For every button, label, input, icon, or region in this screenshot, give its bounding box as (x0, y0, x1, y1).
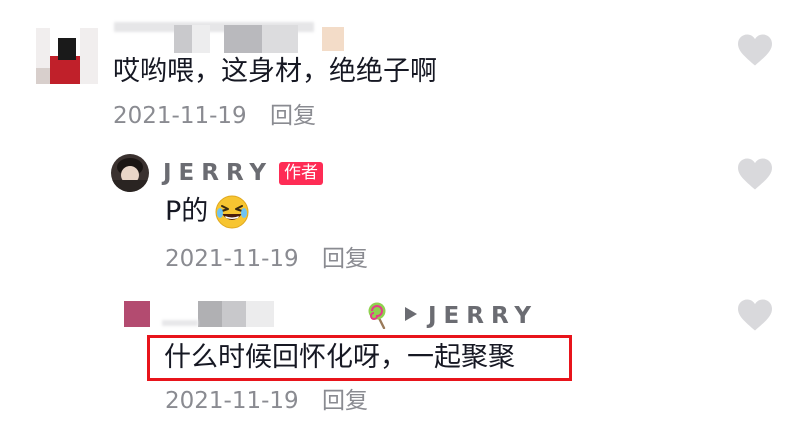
mosaic-block (174, 25, 210, 53)
reply-button[interactable]: 回复 (270, 105, 316, 128)
mosaic-block (224, 25, 298, 53)
play-triangle-icon (405, 307, 417, 321)
comment-date: 2021-11-19 (165, 388, 299, 414)
comment-text: P的 (165, 196, 209, 227)
obscured-username (162, 320, 198, 326)
reply-button[interactable]: 回复 (322, 248, 368, 271)
like-heart-icon[interactable] (736, 298, 774, 332)
reply-to-name[interactable]: JERRY (428, 305, 538, 328)
reply-button[interactable]: 回复 (322, 390, 368, 413)
author-badge: 作者 (279, 162, 323, 185)
like-heart-icon[interactable] (736, 33, 774, 67)
lollipop-icon (368, 302, 386, 329)
obscured-username (198, 301, 274, 327)
avatar[interactable] (111, 154, 149, 192)
comment-date: 2021-11-19 (113, 103, 247, 129)
comment-text: 哎哟喂，这身材，绝绝子啊 (113, 56, 437, 87)
avatar[interactable] (124, 301, 150, 327)
like-heart-icon[interactable] (736, 157, 774, 191)
comment-date: 2021-11-19 (165, 246, 299, 272)
highlight-box (147, 335, 572, 381)
mosaic-block (322, 27, 344, 51)
author-name[interactable]: JERRY (163, 162, 273, 185)
avatar[interactable] (36, 28, 98, 84)
comment-text-content: P的 (165, 196, 209, 227)
laughing-face-emoji-icon (215, 195, 249, 229)
